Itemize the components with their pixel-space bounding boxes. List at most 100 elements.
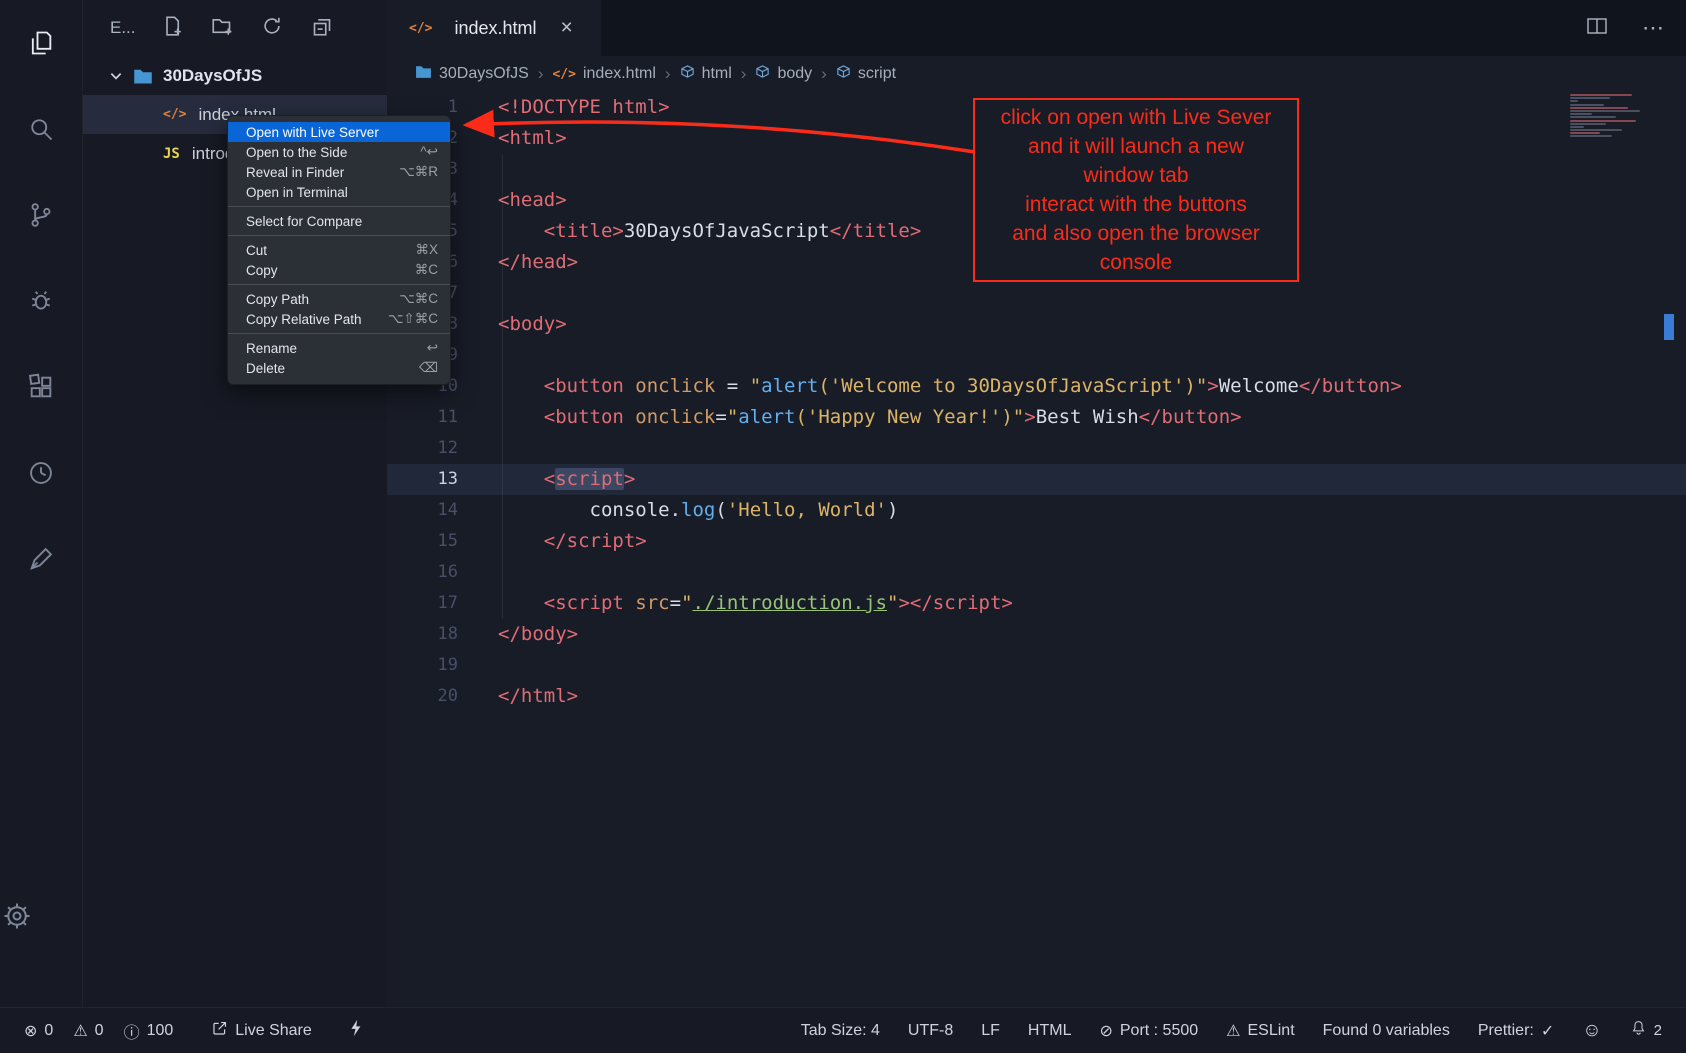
- chevron-down-icon: [109, 69, 123, 83]
- port-status[interactable]: ⊘ Port : 5500: [1099, 1021, 1198, 1041]
- js-file-icon: JS: [163, 146, 180, 162]
- split-editor-icon[interactable]: [1586, 16, 1608, 41]
- menu-item-label: Open to the Side: [246, 145, 347, 160]
- annotation-line: interact with the buttons: [975, 190, 1297, 219]
- code-line-14[interactable]: 14 console.log('Hello, World'): [387, 495, 1686, 526]
- eslint-status[interactable]: ⚠ ESLint: [1226, 1021, 1294, 1041]
- menu-item-shortcut: ⌘X: [415, 242, 438, 258]
- line-content: <head>: [458, 185, 567, 216]
- breadcrumb: 30DaysOfJS › </> index.html › html › bod…: [387, 56, 1686, 92]
- menu-item-open-in-terminal[interactable]: Open in Terminal: [228, 182, 450, 202]
- menu-item-label: Select for Compare: [246, 214, 362, 229]
- symbol-cube-icon: [755, 64, 770, 84]
- code-line-18[interactable]: 18</body>: [387, 619, 1686, 650]
- check-icon: ✓: [1541, 1021, 1554, 1041]
- tab-size-status[interactable]: Tab Size: 4: [801, 1022, 880, 1040]
- menu-item-shortcut: ⌥⌘C: [399, 291, 438, 307]
- tab-index-html[interactable]: </> index.html ×: [387, 0, 601, 56]
- menu-item-copy[interactable]: Copy⌘C: [228, 260, 450, 280]
- warnings-status[interactable]: ⚠ 0: [73, 1021, 103, 1041]
- folder-row-30daysofjs[interactable]: 30DaysOfJS: [83, 56, 387, 95]
- html-file-icon: </>: [409, 21, 432, 36]
- indent-guide: [502, 154, 503, 619]
- more-actions-icon[interactable]: ⋯: [1642, 15, 1664, 41]
- breadcrumb-item-body[interactable]: body: [755, 64, 812, 84]
- line-number: 19: [387, 650, 458, 681]
- menu-item-copy-path[interactable]: Copy Path⌥⌘C: [228, 289, 450, 309]
- code-line-11[interactable]: 11 <button onclick="alert('Happy New Yea…: [387, 402, 1686, 433]
- code-line-9[interactable]: 9: [387, 340, 1686, 371]
- annotation-line: console: [975, 248, 1297, 277]
- port-icon: ⊘: [1099, 1021, 1112, 1041]
- code-line-20[interactable]: 20</html>: [387, 681, 1686, 712]
- explorer-icon[interactable]: [24, 26, 58, 60]
- encoding-status[interactable]: UTF-8: [908, 1022, 953, 1040]
- code-line-17[interactable]: 17 <script src="./introduction.js"></scr…: [387, 588, 1686, 619]
- menu-item-open-with-live-server[interactable]: Open with Live Server: [228, 122, 450, 142]
- search-icon[interactable]: [24, 112, 58, 146]
- explorer-header: E...: [83, 0, 387, 56]
- refresh-icon[interactable]: [262, 16, 282, 41]
- line-content: [458, 278, 498, 309]
- menu-item-rename[interactable]: Rename↩: [228, 338, 450, 358]
- minimap[interactable]: [1570, 94, 1664, 142]
- info-status[interactable]: ⓘ 100: [124, 1019, 174, 1043]
- menu-item-label: Reveal in Finder: [246, 165, 344, 180]
- eol-status[interactable]: LF: [981, 1022, 1000, 1040]
- code-line-10[interactable]: 10 <button onclick = "alert('Welcome to …: [387, 371, 1686, 402]
- code-line-13[interactable]: 13 <script>: [387, 464, 1686, 495]
- code-line-8[interactable]: 8<body>: [387, 309, 1686, 340]
- notifications-status[interactable]: 2: [1630, 1019, 1662, 1042]
- folder-icon: [415, 64, 432, 84]
- activity-bar: [0, 0, 83, 1007]
- menu-item-cut[interactable]: Cut⌘X: [228, 240, 450, 260]
- tab-title: index.html: [454, 18, 536, 39]
- feedback-status[interactable]: ☺: [1582, 1020, 1601, 1042]
- collapse-all-icon[interactable]: [312, 16, 332, 41]
- menu-item-copy-relative-path[interactable]: Copy Relative Path⌥⇧⌘C: [228, 309, 450, 329]
- line-number: 20: [387, 681, 458, 712]
- new-file-icon[interactable]: [162, 16, 182, 41]
- line-number: 16: [387, 557, 458, 588]
- extensions-icon[interactable]: [24, 370, 58, 404]
- breadcrumb-label: 30DaysOfJS: [439, 65, 529, 83]
- menu-item-open-to-the-side[interactable]: Open to the Side ^↩: [228, 142, 450, 162]
- port-label: Port : 5500: [1120, 1022, 1198, 1040]
- breadcrumb-item-folder[interactable]: 30DaysOfJS: [415, 64, 529, 84]
- breadcrumb-item-file[interactable]: </> index.html: [552, 65, 655, 83]
- code-line-15[interactable]: 15 </script>: [387, 526, 1686, 557]
- live-share-status[interactable]: Live Share: [211, 1020, 312, 1042]
- language-status[interactable]: HTML: [1028, 1022, 1072, 1040]
- source-control-icon[interactable]: [24, 198, 58, 232]
- context-menu: Open with Live Server Open to the Side ^↩ R…: [227, 115, 451, 385]
- code-line-7[interactable]: 7: [387, 278, 1686, 309]
- breadcrumb-item-html[interactable]: html: [680, 64, 732, 84]
- pen-extension-icon[interactable]: [24, 542, 58, 576]
- code-line-16[interactable]: 16: [387, 557, 1686, 588]
- menu-item-delete[interactable]: Delete⌫: [228, 358, 450, 378]
- lightning-icon: [348, 1019, 363, 1042]
- menu-separator: [228, 284, 450, 285]
- eslint-label: ESLint: [1248, 1022, 1295, 1040]
- run-debug-icon[interactable]: [24, 284, 58, 318]
- menu-item-reveal-in-finder[interactable]: Reveal in Finder⌥⌘R: [228, 162, 450, 182]
- close-icon[interactable]: ×: [561, 16, 573, 40]
- variables-status[interactable]: Found 0 variables: [1323, 1022, 1450, 1040]
- settings-gear-icon[interactable]: [0, 899, 34, 933]
- variables-label: Found 0 variables: [1323, 1022, 1450, 1040]
- symbol-cube-icon: [836, 64, 851, 84]
- thunder-status[interactable]: [348, 1019, 363, 1042]
- menu-item-shortcut: ^↩: [420, 144, 438, 160]
- line-content: <!DOCTYPE html>: [458, 92, 670, 123]
- status-bar: ⊗ 0 ⚠ 0 ⓘ 100 Live Share Tab Size: 4 UTF…: [0, 1007, 1686, 1053]
- errors-status[interactable]: ⊗ 0: [24, 1021, 53, 1041]
- menu-item-select-for-compare[interactable]: Select for Compare: [228, 211, 450, 231]
- new-folder-icon[interactable]: [212, 16, 232, 41]
- code-line-12[interactable]: 12: [387, 433, 1686, 464]
- breadcrumb-item-script[interactable]: script: [836, 64, 896, 84]
- clock-extension-icon[interactable]: [24, 456, 58, 490]
- eslint-warning-icon: ⚠: [1226, 1021, 1240, 1041]
- code-line-19[interactable]: 19: [387, 650, 1686, 681]
- prettier-status[interactable]: Prettier: ✓: [1478, 1021, 1554, 1041]
- live-share-icon: [211, 1020, 228, 1042]
